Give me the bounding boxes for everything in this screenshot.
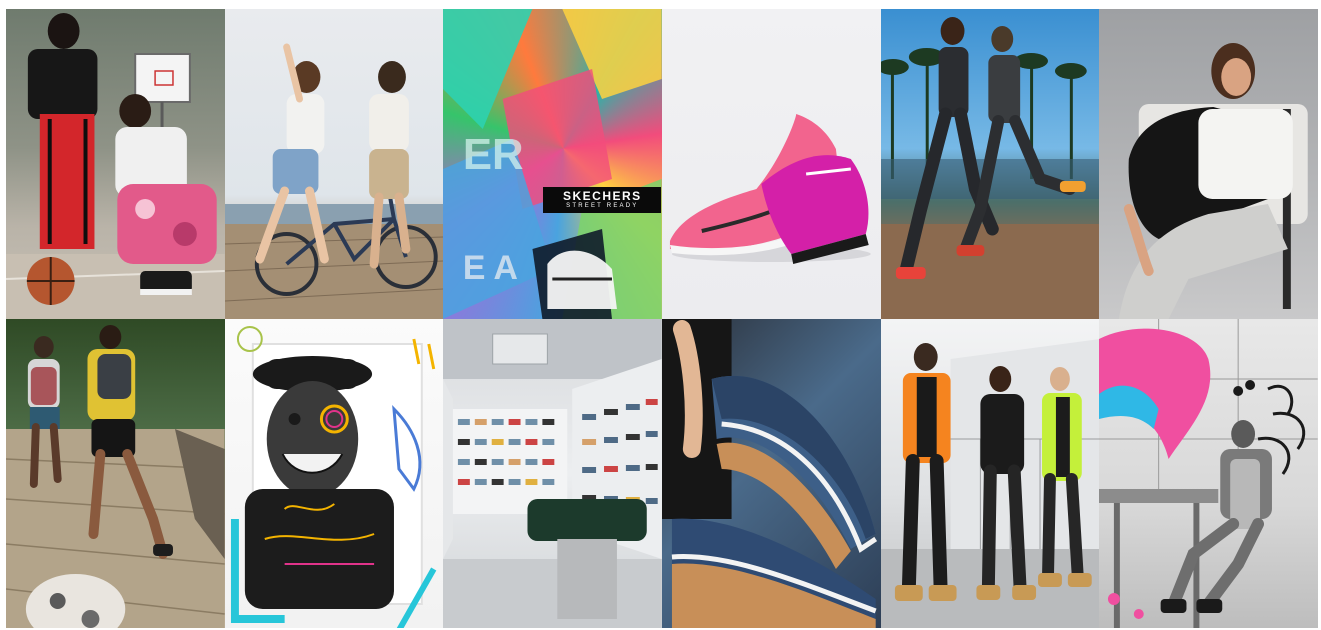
workwear-scene [880, 339, 1100, 628]
navy-sneakers-scene [662, 319, 878, 628]
photo-tile-runners-palms[interactable] [880, 9, 1100, 319]
artist-scene [1099, 319, 1318, 628]
photo-tile-navy-sneakers[interactable] [662, 319, 881, 628]
doodle-portrait-scene [230, 326, 436, 628]
photo-collage: ER E A SKECHERS STREET READY [6, 9, 1318, 628]
basketball-scene [6, 13, 225, 319]
svg-text:E A: E A [463, 249, 518, 287]
photo-tile-artist[interactable] [1099, 319, 1318, 628]
logo-brand-text: SKECHERS [562, 189, 642, 203]
woman-chair-scene [1119, 43, 1309, 319]
photo-tile-bicycle[interactable] [224, 9, 444, 319]
skechers-logo: SKECHERS STREET READY [543, 187, 662, 213]
photo-tile-doodle-portrait[interactable] [224, 319, 444, 628]
logo-tagline-text: STREET READY [566, 203, 639, 209]
runners-scene [880, 17, 1100, 319]
trail-runners-scene [6, 325, 225, 628]
photo-tile-trail-runners[interactable] [6, 319, 225, 628]
photo-tile-pink-sneakers[interactable] [662, 9, 881, 319]
photo-tile-basketball[interactable] [6, 9, 225, 319]
store-interior-scene [443, 319, 662, 628]
bicycle-scene [224, 43, 444, 319]
photo-tile-store-interior[interactable] [443, 319, 662, 628]
svg-text:ER: ER [463, 130, 524, 179]
photo-tile-workwear[interactable] [880, 319, 1100, 628]
abstract-art: ER E A [443, 9, 662, 319]
sneakers-product [669, 114, 871, 264]
photo-tile-woman-chair[interactable] [1099, 9, 1318, 319]
photo-tile-skechers-art[interactable]: ER E A SKECHERS STREET READY [443, 9, 662, 319]
